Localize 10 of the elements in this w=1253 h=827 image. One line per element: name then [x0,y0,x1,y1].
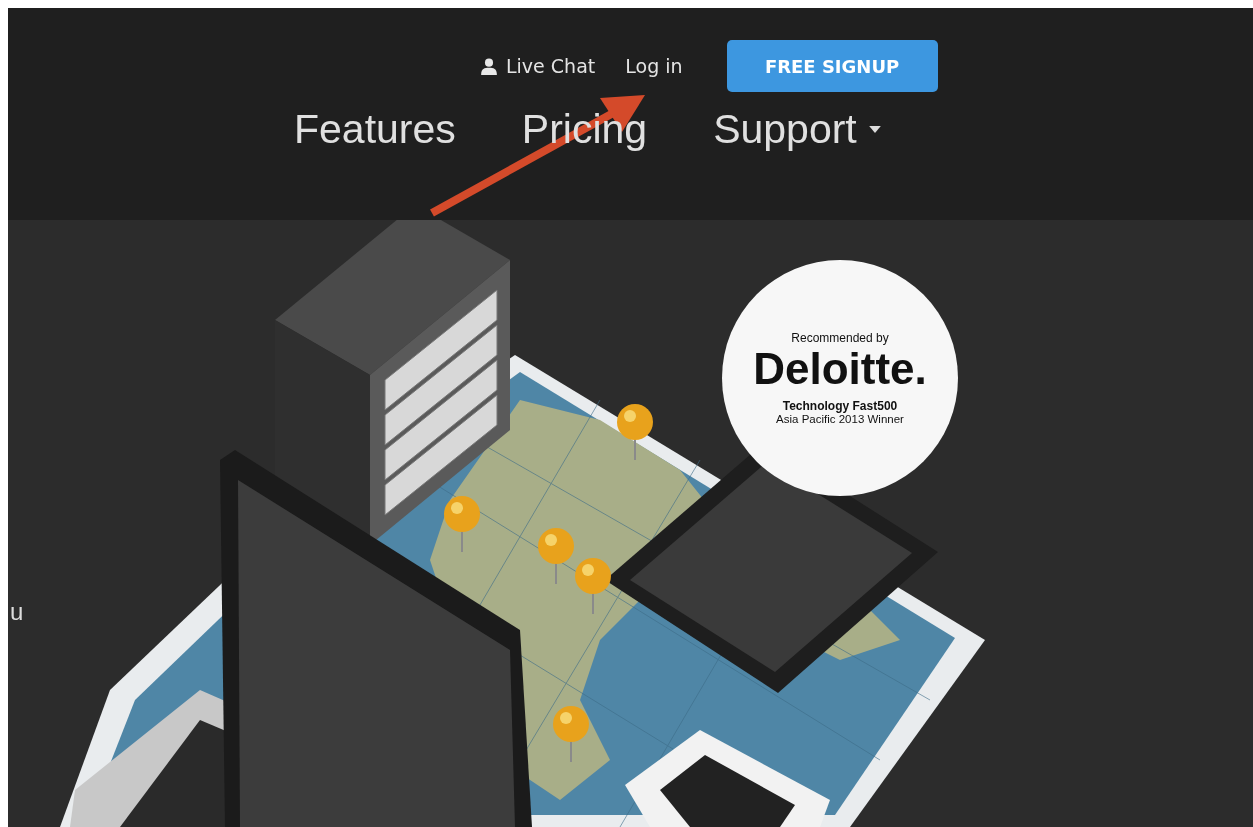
badge-brand: Deloitte. [753,344,927,394]
nav-link[interactable]: Support [713,106,881,153]
cut-off-text: u [10,598,24,626]
live-chat-link[interactable]: Live Chat [480,55,596,77]
badge-award-detail: Asia Pacific 2013 Winner [776,413,904,426]
login-link[interactable]: Log in [625,55,683,77]
badge-award: Technology Fast500 [782,399,898,414]
person-icon [480,57,498,75]
badge-caption: Recommended by [791,330,889,345]
nav-link[interactable]: Features [294,106,456,153]
